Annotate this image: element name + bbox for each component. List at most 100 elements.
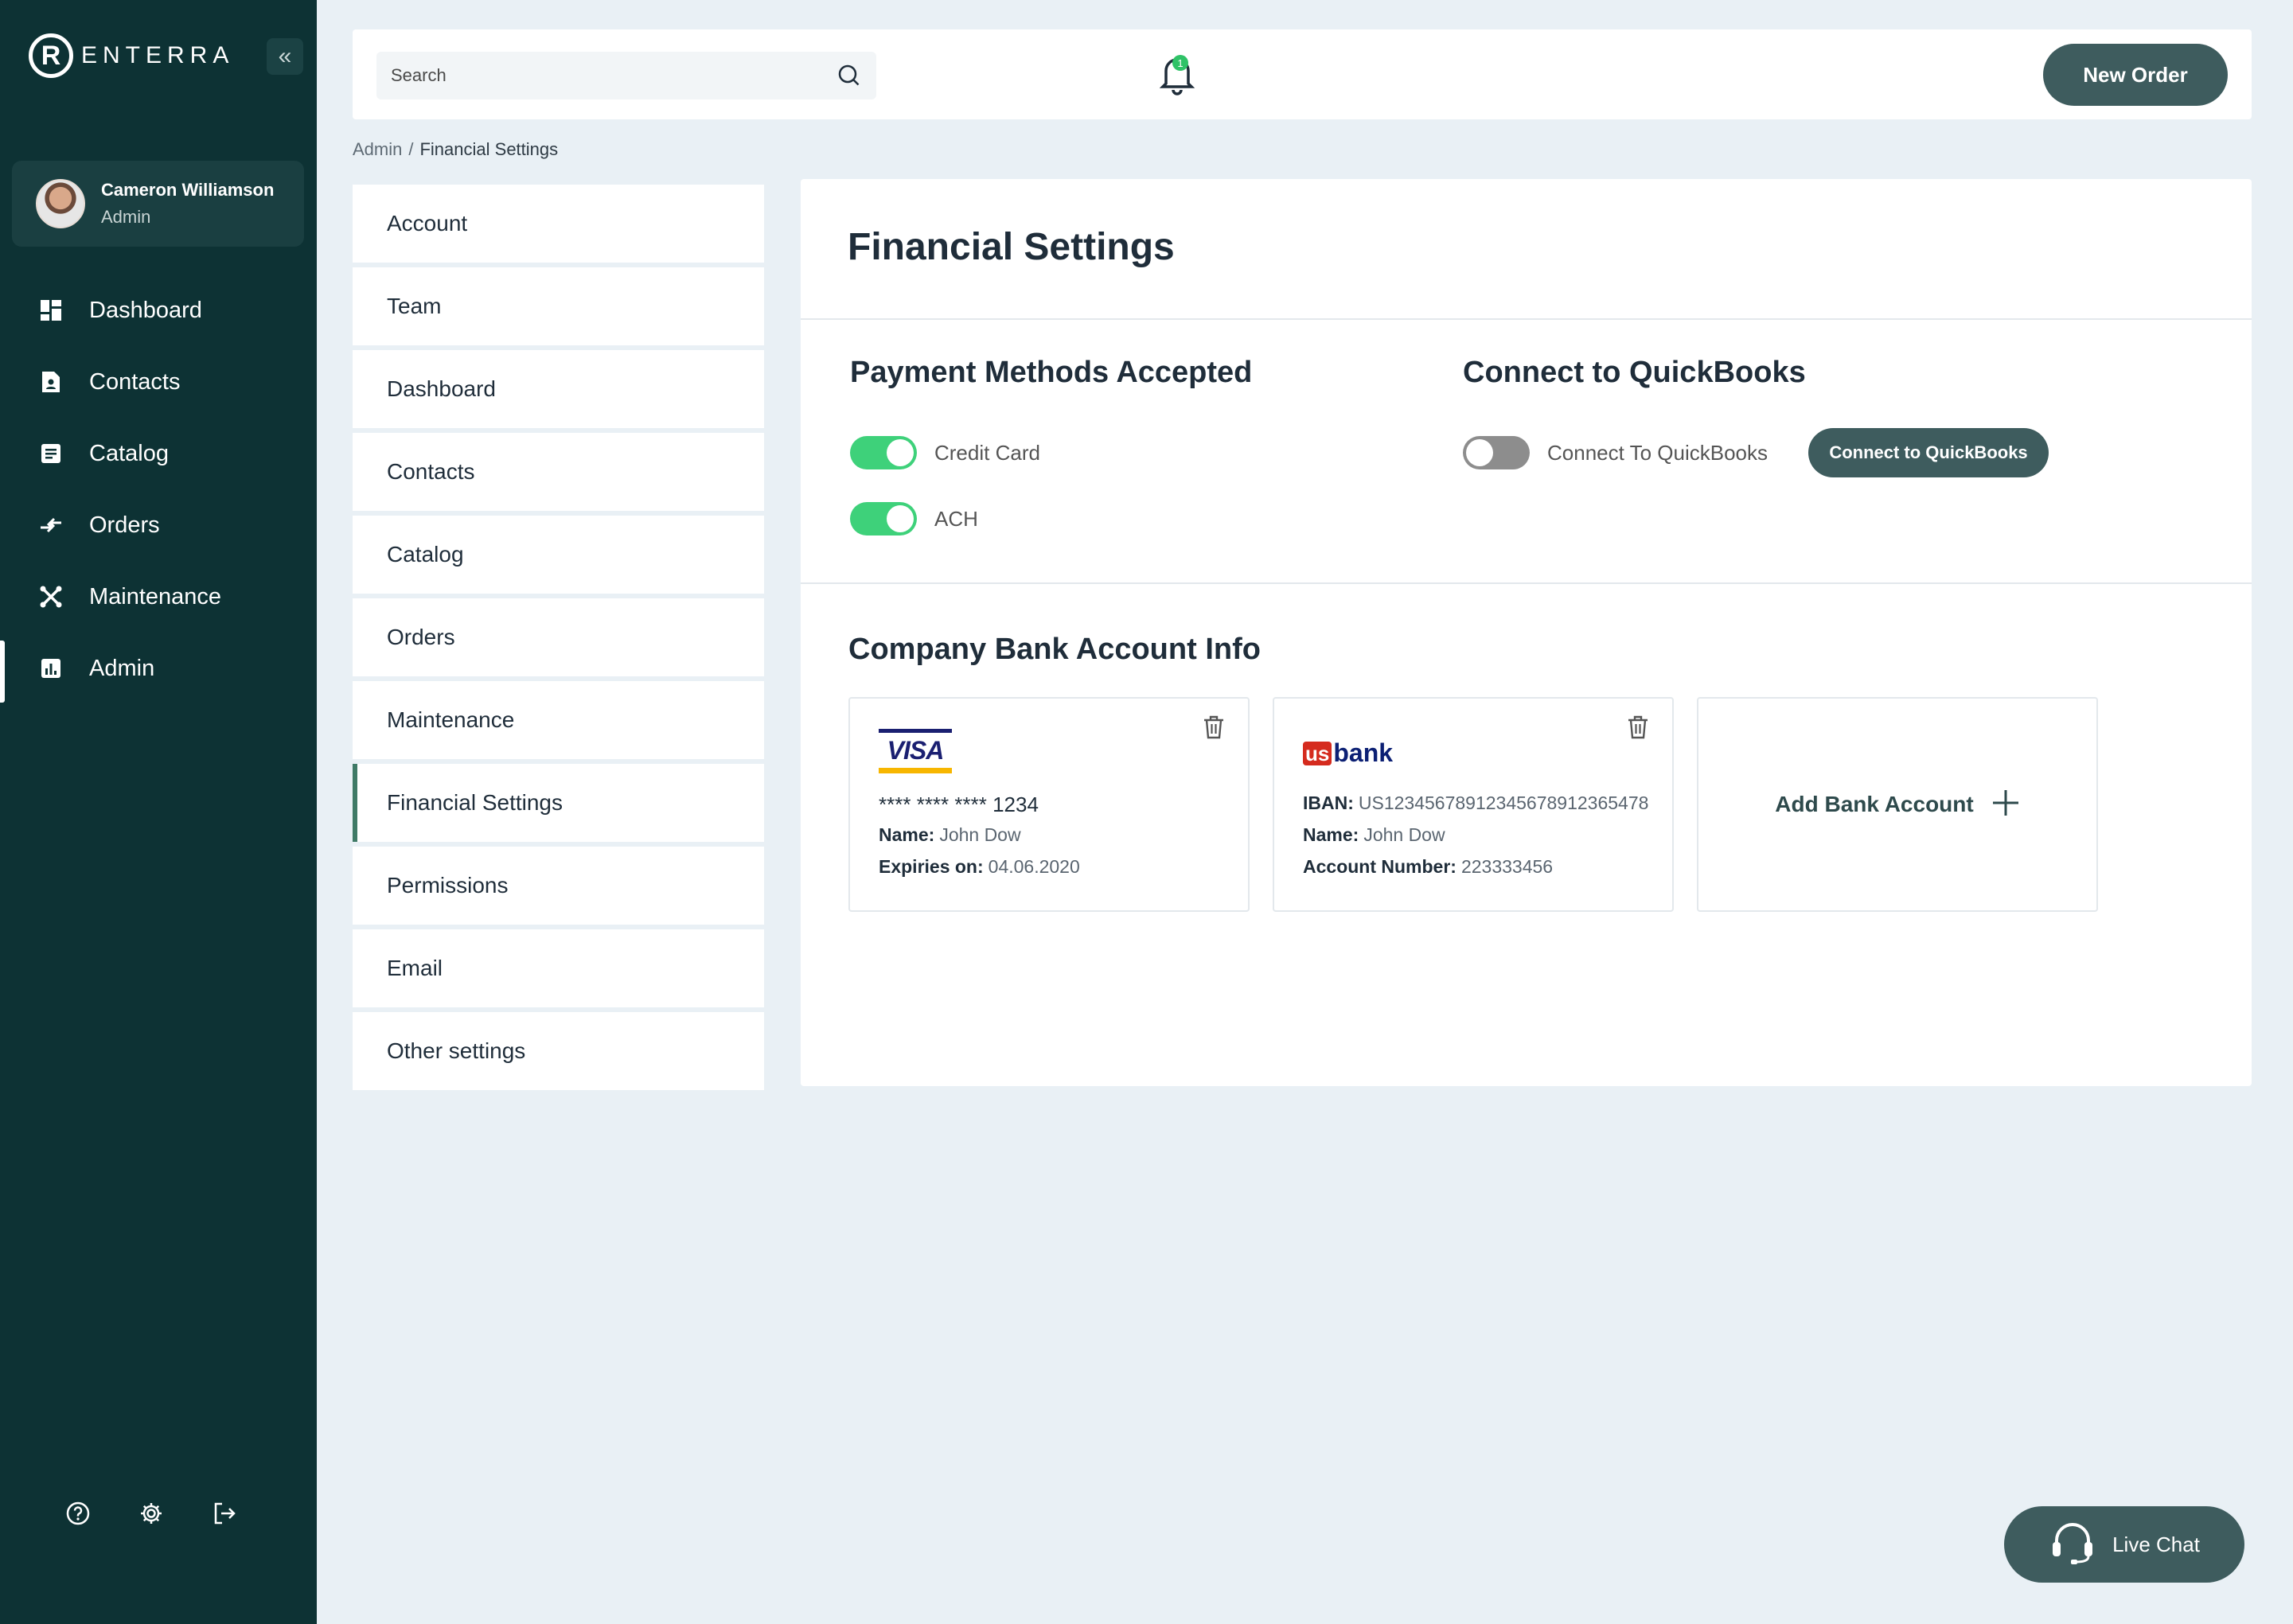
toggle-knob [887,439,914,466]
dashboard-icon [38,298,64,323]
card-expiry-row: Expiries on: 04.06.2020 [879,856,1080,878]
usbank-card[interactable]: us bank IBAN: US12345678912345678912365478… [1273,697,1674,912]
logo-text: ENTERRA [81,42,235,68]
new-order-button[interactable]: New Order [2043,44,2228,106]
toggle-knob [887,505,914,532]
divider [801,582,2252,584]
visa-logo-text: VISA [887,735,945,765]
chevrons-left-icon: « [278,43,292,69]
ach-toggle-row: ACH [850,502,978,535]
app-logo[interactable]: R ENTERRA [29,33,234,78]
nav-item-admin[interactable]: Admin [0,633,317,704]
profile-role: Admin [101,207,151,227]
quickbooks-toggle-label: Connect To QuickBooks [1547,440,1768,465]
nav-label: Orders [89,512,160,538]
card-name-label: Name: [879,824,935,845]
bank-name-row: Name: John Dow [1303,824,1445,846]
nav-item-maintenance[interactable]: Maintenance [0,561,317,633]
trash-icon[interactable] [1626,715,1650,744]
connect-quickbooks-button[interactable]: Connect to QuickBooks [1808,428,2049,477]
bank-name-value: John Dow [1363,824,1445,845]
settings-menu-other-settings[interactable]: Other settings [353,1012,764,1090]
breadcrumb-separator: / [408,139,414,159]
settings-menu-contacts[interactable]: Contacts [353,433,764,511]
ach-toggle[interactable] [850,502,917,535]
breadcrumb-current: Financial Settings [419,139,559,159]
main-nav: Dashboard Contacts Catalog Orders Mainte… [0,275,317,704]
trash-icon[interactable] [1202,715,1226,744]
user-profile-card[interactable]: Cameron Williamson Admin [12,161,304,247]
financial-settings-panel: Financial Settings Payment Methods Accep… [801,179,2252,1086]
maintenance-icon [38,584,64,609]
top-bar: 1 New Order [353,29,2252,119]
settings-menu-catalog[interactable]: Catalog [353,516,764,594]
account-number-label: Account Number: [1303,856,1457,877]
add-bank-account-label: Add Bank Account [1775,792,1974,816]
breadcrumb: Admin / Financial Settings [353,139,558,160]
search-input[interactable] [376,52,876,99]
card-name-value: John Dow [939,824,1021,845]
headset-icon [2049,1520,2096,1570]
profile-name: Cameron Williamson [101,180,275,200]
bank-account-title: Company Bank Account Info [848,633,1261,666]
settings-menu-permissions[interactable]: Permissions [353,847,764,925]
contacts-icon [38,369,64,395]
settings-menu-account[interactable]: Account [353,185,764,263]
card-number: **** **** **** 1234 [879,793,1039,816]
live-chat-button[interactable]: Live Chat [2004,1506,2244,1583]
visa-card[interactable]: VISA **** **** **** 1234 Name: John Dow E… [848,697,1250,912]
sidebar-footer [64,1499,239,1528]
collapse-sidebar-button[interactable]: « [267,38,303,75]
account-number-row: Account Number: 223333456 [1303,856,1553,878]
nav-item-catalog[interactable]: Catalog [0,418,317,489]
add-bank-account-card[interactable]: Add Bank Account [1697,697,2098,912]
nav-label: Admin [89,655,155,681]
settings-menu: Account Team Dashboard Contacts Catalog … [353,185,764,1095]
help-icon[interactable] [64,1499,92,1528]
iban-value: US12345678912345678912365478 [1358,793,1649,813]
card-name-row: Name: John Dow [879,824,1021,846]
credit-card-label: Credit Card [934,440,1040,465]
nav-label: Contacts [89,368,181,395]
nav-label: Maintenance [89,583,222,609]
account-number-value: 223333456 [1460,856,1554,877]
settings-menu-financial-settings[interactable]: Financial Settings [353,764,764,842]
settings-menu-email[interactable]: Email [353,929,764,1007]
ach-label: ACH [934,506,978,531]
divider [801,318,2252,320]
card-expiry-label: Expiries on: [879,856,984,877]
search-box [376,52,876,99]
logout-icon[interactable] [210,1499,239,1528]
nav-item-contacts[interactable]: Contacts [0,346,317,418]
card-expiry-value: 04.06.2020 [988,856,1080,877]
settings-menu-team[interactable]: Team [353,267,764,345]
nav-item-dashboard[interactable]: Dashboard [0,275,317,346]
settings-menu-dashboard[interactable]: Dashboard [353,350,764,428]
sidebar: R ENTERRA « Cameron Williamson Admin Das… [0,0,317,1624]
usbank-logo-us: us [1303,741,1332,765]
orders-icon [38,512,64,538]
live-chat-label: Live Chat [2112,1532,2200,1556]
notification-badge: 1 [1172,55,1188,71]
plus-icon [1991,789,2020,821]
toggle-knob [1466,439,1493,466]
credit-card-toggle[interactable] [850,436,917,469]
quickbooks-title: Connect to QuickBooks [1463,356,1806,389]
settings-menu-maintenance[interactable]: Maintenance [353,681,764,759]
visa-logo: VISA [879,729,952,773]
gear-icon[interactable] [137,1499,166,1528]
iban-row: IBAN: US12345678912345678912365478 [1303,793,1648,814]
page-title: Financial Settings [848,226,1175,268]
nav-label: Catalog [89,440,169,466]
bank-name-label: Name: [1303,824,1359,845]
settings-menu-orders[interactable]: Orders [353,598,764,676]
nav-item-orders[interactable]: Orders [0,489,317,561]
quickbooks-toggle[interactable] [1463,436,1530,469]
admin-icon [38,656,64,681]
search-icon[interactable] [836,63,862,92]
credit-card-toggle-row: Credit Card [850,436,1040,469]
breadcrumb-root[interactable]: Admin [353,139,402,159]
avatar [36,179,85,228]
nav-label: Dashboard [89,297,202,323]
catalog-icon [38,441,64,466]
